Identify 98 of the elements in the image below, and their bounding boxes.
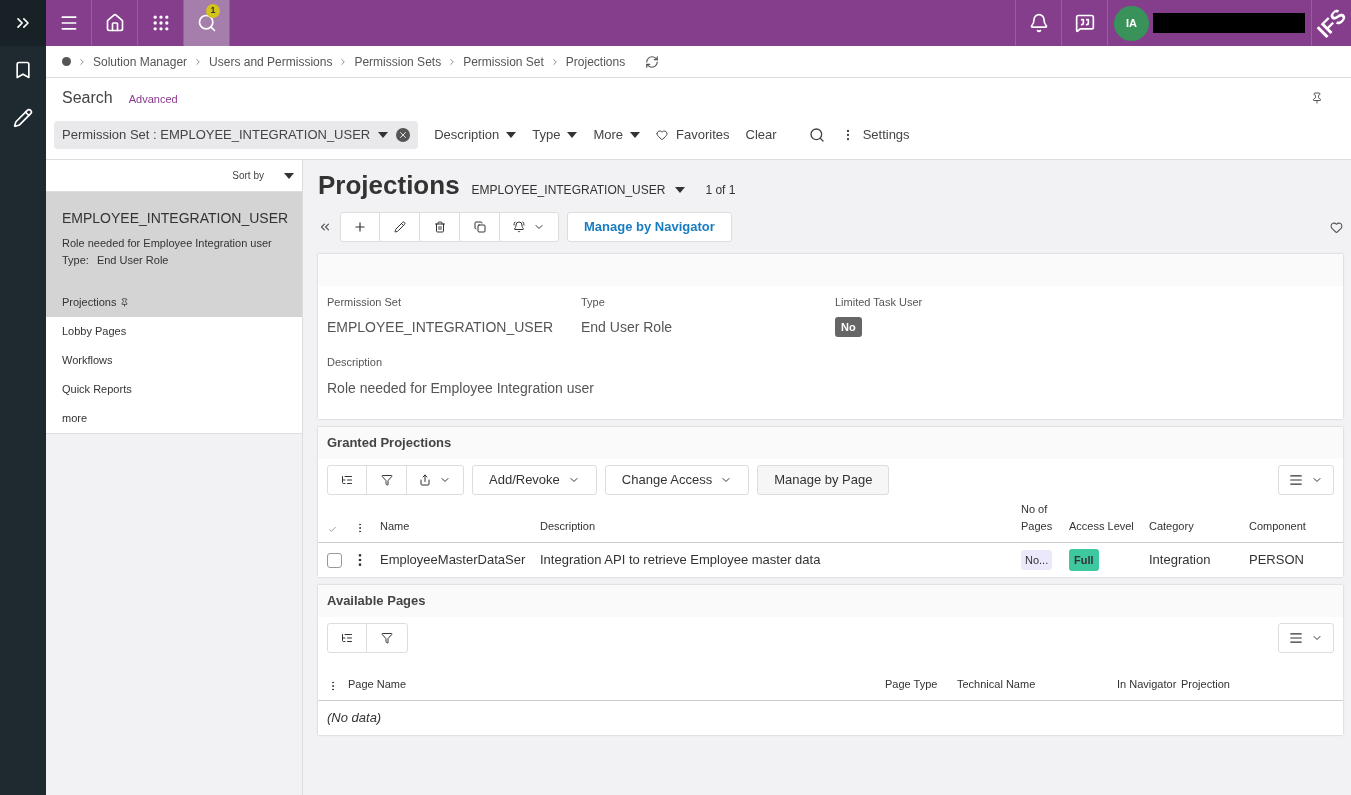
heart-icon[interactable] — [1330, 220, 1343, 234]
record-title: EMPLOYEE_INTEGRATION_USER — [62, 209, 286, 228]
expand-button[interactable] — [0, 0, 46, 46]
lines-icon — [1289, 473, 1303, 487]
list-icon — [341, 632, 353, 644]
settings-button[interactable]: Settings — [840, 125, 910, 145]
bell-icon — [513, 221, 525, 233]
sort-by-dropdown[interactable]: Sort by — [232, 168, 264, 183]
pencil-icon — [13, 108, 33, 128]
filter-chip[interactable]: Permission Set : EMPLOYEE_INTEGRATION_USER — [54, 121, 419, 149]
breadcrumb-link[interactable]: Projections — [565, 52, 626, 71]
pencil-icon — [393, 221, 406, 233]
filter-icon — [381, 632, 393, 644]
collapse-icon[interactable] — [318, 220, 332, 234]
row-checkbox[interactable] — [327, 552, 342, 568]
field-label: Type — [581, 295, 606, 310]
column-header[interactable]: Page Type — [885, 675, 957, 692]
column-header[interactable]: Component — [1249, 517, 1343, 534]
close-icon — [398, 130, 409, 140]
table-cell-text: EmployeeMasterDataSer — [380, 551, 527, 570]
caret-icon — [567, 132, 578, 138]
heart-icon — [656, 129, 669, 141]
type-label: Type: — [62, 252, 89, 268]
remove-filter-button[interactable] — [396, 128, 411, 142]
notification-badge: 1 — [206, 4, 220, 18]
user-avatar[interactable]: IA — [1114, 5, 1149, 41]
action-dropdown[interactable]: Change Access — [604, 465, 750, 495]
pages-badge: No... — [1021, 549, 1053, 571]
column-header[interactable]: Access Level — [1069, 517, 1149, 534]
pin-icon — [120, 298, 130, 307]
export-icon — [419, 474, 431, 486]
section-title: Available Pages — [327, 592, 426, 611]
search-icon — [196, 13, 217, 33]
field-label: Description — [327, 354, 384, 370]
bell-icon — [1028, 13, 1049, 33]
column-header[interactable]: Projection — [1181, 675, 1343, 692]
view-options-button[interactable] — [1278, 465, 1334, 495]
caret-icon — [506, 132, 517, 138]
nav-button[interactable]: 1 — [184, 0, 230, 46]
quote-bubble-icon — [1074, 13, 1095, 33]
filter-dropdown[interactable]: More — [593, 125, 641, 145]
column-header[interactable]: In Navigator — [1117, 675, 1177, 692]
caret-icon — [378, 132, 389, 138]
favorites-button[interactable]: Favorites — [656, 125, 730, 145]
caret-icon — [284, 172, 294, 179]
record-description: Role needed for Employee Integration user — [62, 236, 273, 251]
field-label: Permission Set — [327, 295, 402, 310]
field-label: Limited Task User — [835, 295, 924, 310]
manage-by-navigator-button[interactable]: Manage by Navigator — [567, 212, 732, 242]
column-header[interactable]: Name — [380, 517, 540, 534]
filter-icon — [380, 474, 393, 486]
refresh-icon[interactable] — [645, 54, 660, 69]
copy-icon — [473, 221, 486, 233]
search-icon[interactable] — [808, 127, 825, 143]
caret-icon — [675, 187, 686, 193]
breadcrumb-link[interactable]: Users and Permissions — [209, 52, 333, 71]
type-value: End User Role — [96, 252, 169, 268]
column-header[interactable]: Page Name — [348, 675, 885, 692]
plus-icon — [353, 220, 367, 234]
chevron-icon — [77, 56, 87, 67]
section-title: Granted Projections — [327, 434, 452, 453]
search-title: Search — [62, 88, 113, 108]
table-cell-text: Integration API to retrieve Employee master data — [540, 551, 822, 570]
caret-icon — [630, 132, 641, 138]
list-icon — [341, 474, 353, 486]
field-value: EMPLOYEE_INTEGRATION_USER — [327, 317, 555, 337]
status-badge: No — [835, 316, 862, 337]
advanced-link[interactable]: Advanced — [128, 91, 178, 108]
record-selector[interactable]: EMPLOYEE_INTEGRATION_USER — [471, 181, 686, 199]
action-dropdown[interactable]: Add/Revoke — [472, 465, 597, 495]
lines-icon — [1289, 631, 1303, 645]
breadcrumb-link[interactable]: Permission Sets — [354, 52, 442, 71]
home-icon — [104, 13, 125, 33]
view-options-button[interactable] — [1278, 623, 1334, 653]
table-cell-text: PERSON — [1249, 551, 1305, 570]
bookmark-icon — [13, 60, 33, 80]
breadcrumb-link[interactable]: Permission Set — [463, 52, 544, 71]
record-card[interactable]: EMPLOYEE_INTEGRATION_USER Role needed for Employee Integration user Type: End User Role — [46, 192, 302, 288]
pin-icon[interactable] — [1311, 92, 1323, 104]
trash-icon — [433, 221, 446, 233]
access-badge: Full — [1069, 548, 1099, 572]
record-counter: 1 of 1 — [705, 182, 736, 199]
column-header[interactable]: Category — [1149, 517, 1249, 534]
empty-message: (No data) — [327, 709, 382, 728]
column-header[interactable]: Technical Name — [957, 675, 1117, 692]
field-value: End User Role — [581, 317, 674, 337]
page-title: Projections — [318, 172, 460, 198]
logo: IFS — [1312, 3, 1351, 44]
column-header[interactable]: Description — [540, 517, 1021, 534]
filter-dropdown[interactable]: Description — [434, 125, 517, 145]
breadcrumb-link[interactable]: Solution Manager — [93, 52, 188, 71]
manage-by-page-button[interactable]: Manage by Page — [757, 465, 890, 495]
page-link[interactable]: Projections — [46, 288, 302, 317]
filter-dropdown[interactable]: Type — [532, 125, 578, 145]
column-header[interactable]: No of Pages — [1021, 501, 1069, 534]
field-value: Role needed for Employee Integration user — [327, 379, 595, 398]
table-cell-text: Integration — [1149, 551, 1212, 570]
clear-button[interactable]: Clear — [745, 125, 777, 145]
